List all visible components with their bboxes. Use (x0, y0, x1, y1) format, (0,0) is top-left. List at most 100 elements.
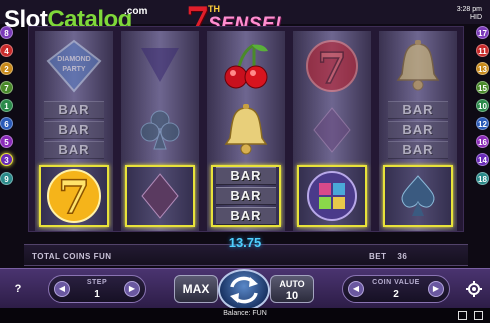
top-bar: SlotCatalog .com 7 TH SENSE! 3:28 pm HID (0, 0, 490, 40)
diamond-party-symbol: DIAMOND PARTY (39, 35, 109, 97)
bar-label: BAR (44, 141, 104, 159)
bar-symbol: BAR BAR BAR (383, 99, 453, 161)
spade-symbol (383, 165, 453, 227)
payline-marker: 12 (476, 116, 489, 130)
diamond-suit-icon (313, 107, 351, 153)
reel-4: 7 (293, 31, 371, 231)
win-amount: 13.75 (228, 235, 262, 250)
red-seven-icon: 7 (306, 40, 358, 94)
total-coins: TOTAL COINS FUN (32, 252, 112, 261)
quality-indicator: HID (469, 14, 482, 21)
fullscreen-icon[interactable] (458, 311, 467, 320)
spade-icon (401, 175, 435, 216)
payline-marker: 15 (476, 80, 489, 94)
payline-marker: 2 (0, 62, 13, 76)
lucky-7-gold-symbol: 7 (39, 165, 109, 227)
lucky-7-red-symbol: 7 (297, 35, 367, 97)
autoplay-label: AUTO (279, 279, 305, 289)
bar-label: BAR (388, 121, 448, 139)
coin-value-selector: ◀ COIN VALUE 2 ▶ (342, 275, 450, 303)
bar-symbol: BAR BAR BAR (39, 99, 109, 161)
gold-seven-icon: 7 (47, 169, 101, 224)
spin-button[interactable] (218, 269, 270, 311)
bar-label: BAR (388, 101, 448, 119)
bar-label: BAR (216, 187, 276, 205)
game-title-suffix: TH (208, 4, 220, 14)
bet-display: BET 36 (369, 252, 407, 261)
total-coins-label: TOTAL COINS (32, 252, 91, 261)
cherry-icon (224, 43, 268, 89)
bar-label: BAR (44, 101, 104, 119)
bet-value: 36 (397, 252, 408, 261)
payline-marker: 14 (476, 153, 489, 167)
close-icon[interactable] (474, 311, 483, 320)
max-bet-button[interactable]: MAX (174, 275, 218, 303)
step-increase-button[interactable]: ▶ (124, 281, 140, 297)
jigsaw-wild-icon (307, 171, 357, 221)
reel-frame: DIAMOND PARTY BAR BAR BAR 7 BAR BAR BAR … (28, 26, 464, 232)
payline-marker: 4 (0, 44, 13, 58)
settings-button[interactable] (466, 281, 482, 297)
status-indicator: 3:28 pm HID (457, 6, 482, 22)
payline-marker: 1 (0, 98, 13, 112)
payline-marker: 7 (0, 80, 13, 94)
reel-1: DIAMOND PARTY BAR BAR BAR 7 (35, 31, 113, 231)
spade-symbol (125, 35, 195, 97)
bar-label: BAR (216, 167, 276, 185)
wild-jigsaw-symbol (297, 165, 367, 227)
diamond-suit-symbol (297, 99, 367, 161)
payline-marker: 8 (0, 26, 13, 39)
bell-symbol (383, 35, 453, 97)
gear-icon (466, 281, 482, 297)
payline-marker: 11 (476, 44, 489, 58)
bell-symbol (211, 99, 281, 161)
diamond-suit-symbol (125, 165, 195, 227)
help-button[interactable]: ? (10, 281, 26, 297)
bar-symbol: BAR BAR BAR (211, 165, 281, 227)
total-coins-value: FUN (93, 252, 112, 261)
diamond-party-icon: DIAMOND PARTY (46, 39, 102, 93)
payline-marker: 5 (0, 135, 13, 149)
payline-markers-left: 8 4 2 7 1 6 5 3 9 (0, 26, 14, 190)
max-bet-label: MAX (182, 282, 210, 296)
balance-value: FUN (252, 310, 267, 317)
svg-text:DIAMOND: DIAMOND (57, 56, 90, 63)
site-logo-suffix: .com (124, 6, 148, 17)
reel-5: BAR BAR BAR (379, 31, 457, 231)
payline-marker: 3 (0, 153, 13, 167)
spade-icon (141, 48, 179, 82)
payline-marker: 10 (476, 98, 489, 112)
bell-icon (224, 104, 268, 155)
step-selector: ◀ STEP 1 ▶ (48, 275, 146, 303)
bell-icon (396, 40, 440, 91)
payline-marker: 6 (0, 116, 13, 130)
payline-marker: 9 (0, 171, 13, 185)
balance-label: Balance: (223, 310, 251, 317)
autoplay-count: 10 (285, 290, 299, 302)
payline-marker: 16 (476, 135, 489, 149)
coin-value-increase-button[interactable]: ▶ (428, 281, 444, 297)
bet-label: BET (369, 252, 387, 261)
bar-label: BAR (216, 207, 276, 225)
spin-arrows-icon (230, 276, 258, 304)
club-icon (140, 110, 180, 150)
autoplay-button[interactable]: AUTO 10 (270, 275, 314, 303)
reel-3: BAR BAR BAR (207, 31, 285, 231)
clock: 3:28 pm (456, 6, 482, 13)
diamond-suit-icon (141, 173, 179, 219)
cherry-symbol (211, 35, 281, 97)
svg-text:7: 7 (58, 170, 90, 224)
payline-marker: 17 (476, 26, 489, 39)
svg-text:PARTY: PARTY (62, 66, 86, 73)
payline-markers-right: 17 11 13 15 10 12 16 14 18 (476, 26, 490, 190)
balance-display: Balance: FUN (0, 310, 490, 317)
club-symbol (125, 99, 195, 161)
payline-marker: 13 (476, 62, 489, 76)
bar-label: BAR (388, 141, 448, 159)
bar-label: BAR (44, 121, 104, 139)
payline-marker: 18 (476, 171, 489, 185)
control-bar: ? ◀ STEP 1 ▶ MAX AUTO 10 ◀ COIN VALUE 2 … (0, 268, 490, 311)
svg-text:7: 7 (317, 44, 346, 93)
reel-2 (121, 31, 199, 231)
footer: Balance: FUN (0, 308, 490, 323)
